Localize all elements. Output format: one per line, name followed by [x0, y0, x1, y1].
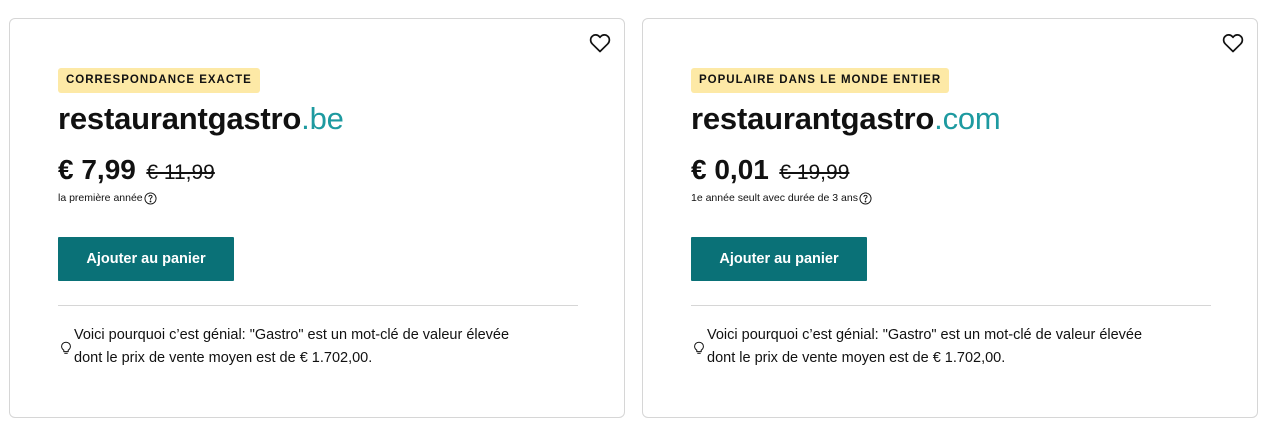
domain-name: restaurantgastro.be: [58, 99, 344, 139]
add-to-cart-button[interactable]: Ajouter au panier: [691, 237, 867, 281]
info-icon[interactable]: [859, 191, 872, 205]
why-great-text: Voici pourquoi c’est génial: "Gastro" es…: [74, 324, 509, 370]
divider: [58, 305, 578, 306]
lightbulb-icon: [693, 341, 705, 355]
why-great-note: Voici pourquoi c’est génial: "Gastro" es…: [60, 324, 600, 370]
why-great-line: dont le prix de vente moyen est de € 1.7…: [74, 350, 373, 366]
price-note: 1e année seult avec durée de 3 ans: [691, 191, 872, 205]
why-great-text: Voici pourquoi c’est génial: "Gastro" es…: [707, 324, 1142, 370]
domain-sld: restaurantgastro: [58, 101, 302, 136]
domain-card-com: POPULAIRE DANS LE MONDE ENTIER restauran…: [642, 18, 1258, 418]
info-icon[interactable]: [144, 191, 157, 205]
current-price: € 7,99: [58, 154, 136, 185]
original-price: € 11,99: [146, 161, 215, 184]
favorite-heart-icon[interactable]: [1221, 31, 1245, 55]
domain-card-be: CORRESPONDANCE EXACTE restaurantgastro.b…: [9, 18, 625, 418]
why-great-line: Voici pourquoi c’est génial: "Gastro" es…: [74, 327, 510, 343]
domain-name: restaurantgastro.com: [691, 99, 1001, 139]
favorite-heart-icon[interactable]: [588, 31, 612, 55]
match-badge: CORRESPONDANCE EXACTE: [58, 68, 260, 93]
popular-badge: POPULAIRE DANS LE MONDE ENTIER: [691, 68, 950, 93]
current-price: € 0,01: [691, 154, 769, 185]
domain-sld: restaurantgastro: [691, 101, 935, 136]
original-price: € 19,99: [779, 161, 850, 184]
price-note: la première année: [58, 191, 157, 205]
lightbulb-icon: [60, 341, 72, 355]
add-to-cart-button[interactable]: Ajouter au panier: [58, 237, 234, 281]
domain-tld: .com: [934, 101, 1001, 136]
domain-tld: .be: [301, 101, 344, 136]
domain-results: CORRESPONDANCE EXACTE restaurantgastro.b…: [0, 0, 1275, 424]
price-note-text: la première année: [58, 192, 143, 204]
divider: [691, 305, 1211, 306]
price-row: € 7,99 € 11,99: [58, 152, 215, 188]
price-note-text: 1e année seult avec durée de 3 ans: [691, 192, 858, 204]
why-great-line: Voici pourquoi c’est génial: "Gastro" es…: [707, 327, 1143, 343]
price-row: € 0,01 € 19,99: [691, 152, 849, 188]
why-great-note: Voici pourquoi c’est génial: "Gastro" es…: [693, 324, 1233, 370]
why-great-line: dont le prix de vente moyen est de € 1.7…: [707, 350, 1006, 366]
